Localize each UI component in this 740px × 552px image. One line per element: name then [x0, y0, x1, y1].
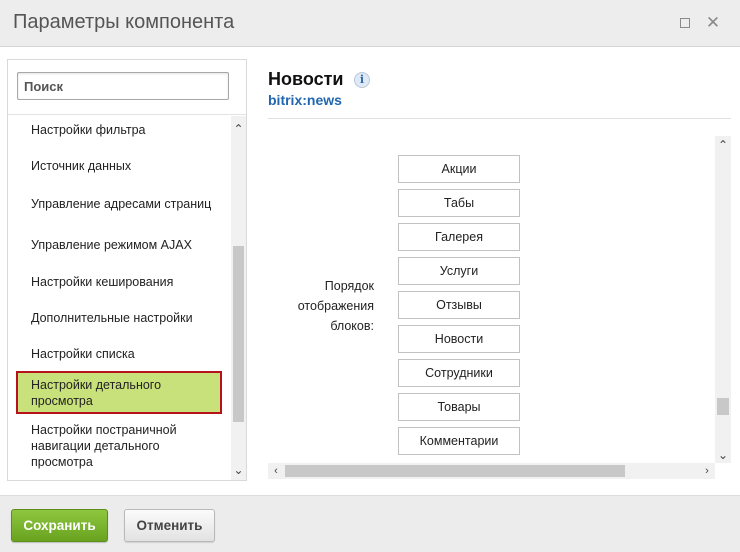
sidebar-scrollbar[interactable]: ⌃ ⌄ [231, 116, 246, 480]
properties-horizontal-scrollbar[interactable]: ‹ › [268, 463, 715, 479]
sidebar-item-ajax-mode[interactable]: Управление режимом AJAX [16, 232, 222, 258]
component-code: bitrix:news [268, 92, 342, 108]
sidebar-item-detail-pagination[interactable]: Настройки постраничной навигации детальн… [16, 418, 222, 474]
block-item[interactable]: Товары [398, 393, 520, 421]
cancel-button[interactable]: Отменить [124, 509, 215, 542]
window-titlebar: Параметры компонента ✕ [0, 0, 740, 47]
scroll-down-icon[interactable]: ⌄ [715, 449, 731, 461]
info-icon[interactable]: i [354, 72, 370, 88]
sidebar-item-caching[interactable]: Настройки кеширования [16, 269, 222, 295]
component-name: Новости [268, 69, 344, 89]
sidebar-item-detail-view[interactable]: Настройки детального просмотра [16, 371, 222, 414]
close-icon[interactable]: ✕ [704, 14, 722, 32]
sidebar-item-url-management[interactable]: Управление адресами страниц [16, 184, 222, 224]
scroll-down-icon[interactable]: ⌄ [231, 464, 246, 476]
vertical-scroll-thumb[interactable] [717, 398, 729, 415]
divider [268, 118, 731, 119]
dialog-body: Настройки фильтра Источник данных Управл… [0, 47, 740, 495]
search-area [8, 60, 246, 115]
sidebar-item-filter[interactable]: Настройки фильтра [16, 117, 222, 143]
block-item[interactable]: Табы [398, 189, 520, 217]
sidebar-item-list-settings[interactable]: Настройки списка [16, 341, 222, 367]
scroll-up-icon[interactable]: ⌃ [715, 139, 731, 151]
dialog-footer: Сохранить Отменить [0, 495, 740, 552]
sidebar-scroll-thumb[interactable] [233, 246, 244, 422]
properties-area: Порядок отображения блоков: Акции Табы Г… [268, 136, 732, 481]
scroll-right-icon[interactable]: › [699, 463, 715, 479]
block-item[interactable]: Сотрудники [398, 359, 520, 387]
block-item[interactable]: Акции [398, 155, 520, 183]
block-order-label: Порядок отображения блоков: [297, 279, 374, 333]
search-input[interactable] [17, 72, 229, 100]
block-item[interactable]: Новости [398, 325, 520, 353]
horizontal-scroll-thumb[interactable] [285, 465, 625, 477]
block-item[interactable]: Отзывы [398, 291, 520, 319]
block-item[interactable]: Комментарии [398, 427, 520, 455]
block-item[interactable]: Галерея [398, 223, 520, 251]
sidebar-item-data-source[interactable]: Источник данных [16, 153, 222, 179]
properties-vertical-scrollbar[interactable]: ⌃ ⌄ [715, 136, 731, 463]
scroll-left-icon[interactable]: ‹ [268, 463, 284, 479]
sections-panel: Настройки фильтра Источник данных Управл… [7, 59, 247, 481]
save-button[interactable]: Сохранить [11, 509, 108, 542]
window-title: Параметры компонента [13, 11, 235, 33]
maximize-icon[interactable] [676, 14, 694, 32]
block-item[interactable]: Услуги [398, 257, 520, 285]
sidebar-item-additional[interactable]: Дополнительные настройки [16, 305, 222, 331]
scroll-up-icon[interactable]: ⌃ [231, 123, 246, 135]
